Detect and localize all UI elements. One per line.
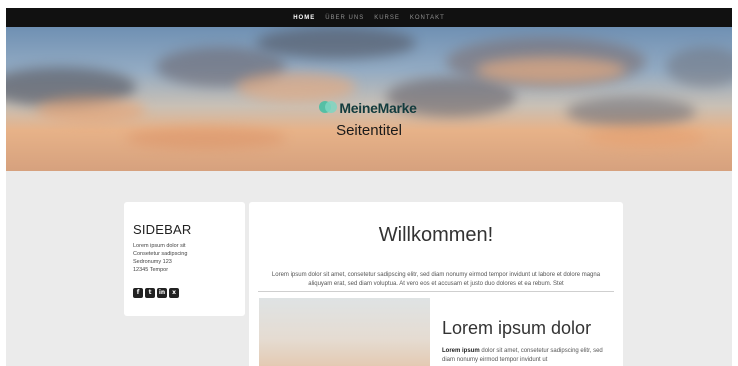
page-frame: HOME ÜBER UNS KURSE KONTAKT MeineMarke S… [6,8,732,366]
brand-logo-icon [319,101,338,115]
facebook-icon[interactable]: f [133,288,143,298]
article-text: Lorem ipsum dolor sit amet, consetetur s… [442,347,612,365]
divider [258,291,614,292]
brand-name: MeineMarke [339,100,417,116]
intro-text: Lorem ipsum dolor sit amet, consetetur s… [271,272,601,287]
article-text-bold: Lorem ipsum [442,348,480,354]
nav-ueber-uns[interactable]: ÜBER UNS [320,15,369,21]
xing-icon[interactable]: x [169,288,179,298]
page-title: Seitentitel [336,122,402,139]
cloud [666,47,732,87]
welcome-heading: Willkommen! [378,224,494,246]
sidebar: SIDEBAR Lorem ipsum dolor sit Consetetur… [124,202,245,316]
hero-banner: MeineMarke Seitentitel [6,27,732,171]
sidebar-address-line: Sedronumy 123 [133,259,172,265]
cloud [256,27,416,59]
cloud [236,72,356,102]
sidebar-address-line: Lorem ipsum dolor sit [133,243,186,249]
brand[interactable]: MeineMarke [6,100,732,116]
main-content: Willkommen! Lorem ipsum dolor sit amet, … [249,202,623,366]
social-links: f t in x [133,288,237,298]
article-title: Lorem ipsum dolor [442,318,592,338]
sidebar-title: SIDEBAR [133,222,192,237]
linkedin-icon[interactable]: in [157,288,167,298]
nav-home[interactable]: HOME [288,15,320,21]
nav-kurse[interactable]: KURSE [369,15,405,21]
cloud [476,57,626,83]
twitter-icon[interactable]: t [145,288,155,298]
sidebar-address-line: 12345 Tempor [133,267,169,273]
article-image [259,298,430,366]
sidebar-address-line: Consetetur sadipscing [133,251,188,257]
top-navigation: HOME ÜBER UNS KURSE KONTAKT [6,8,732,27]
nav-kontakt[interactable]: KONTAKT [405,15,450,21]
